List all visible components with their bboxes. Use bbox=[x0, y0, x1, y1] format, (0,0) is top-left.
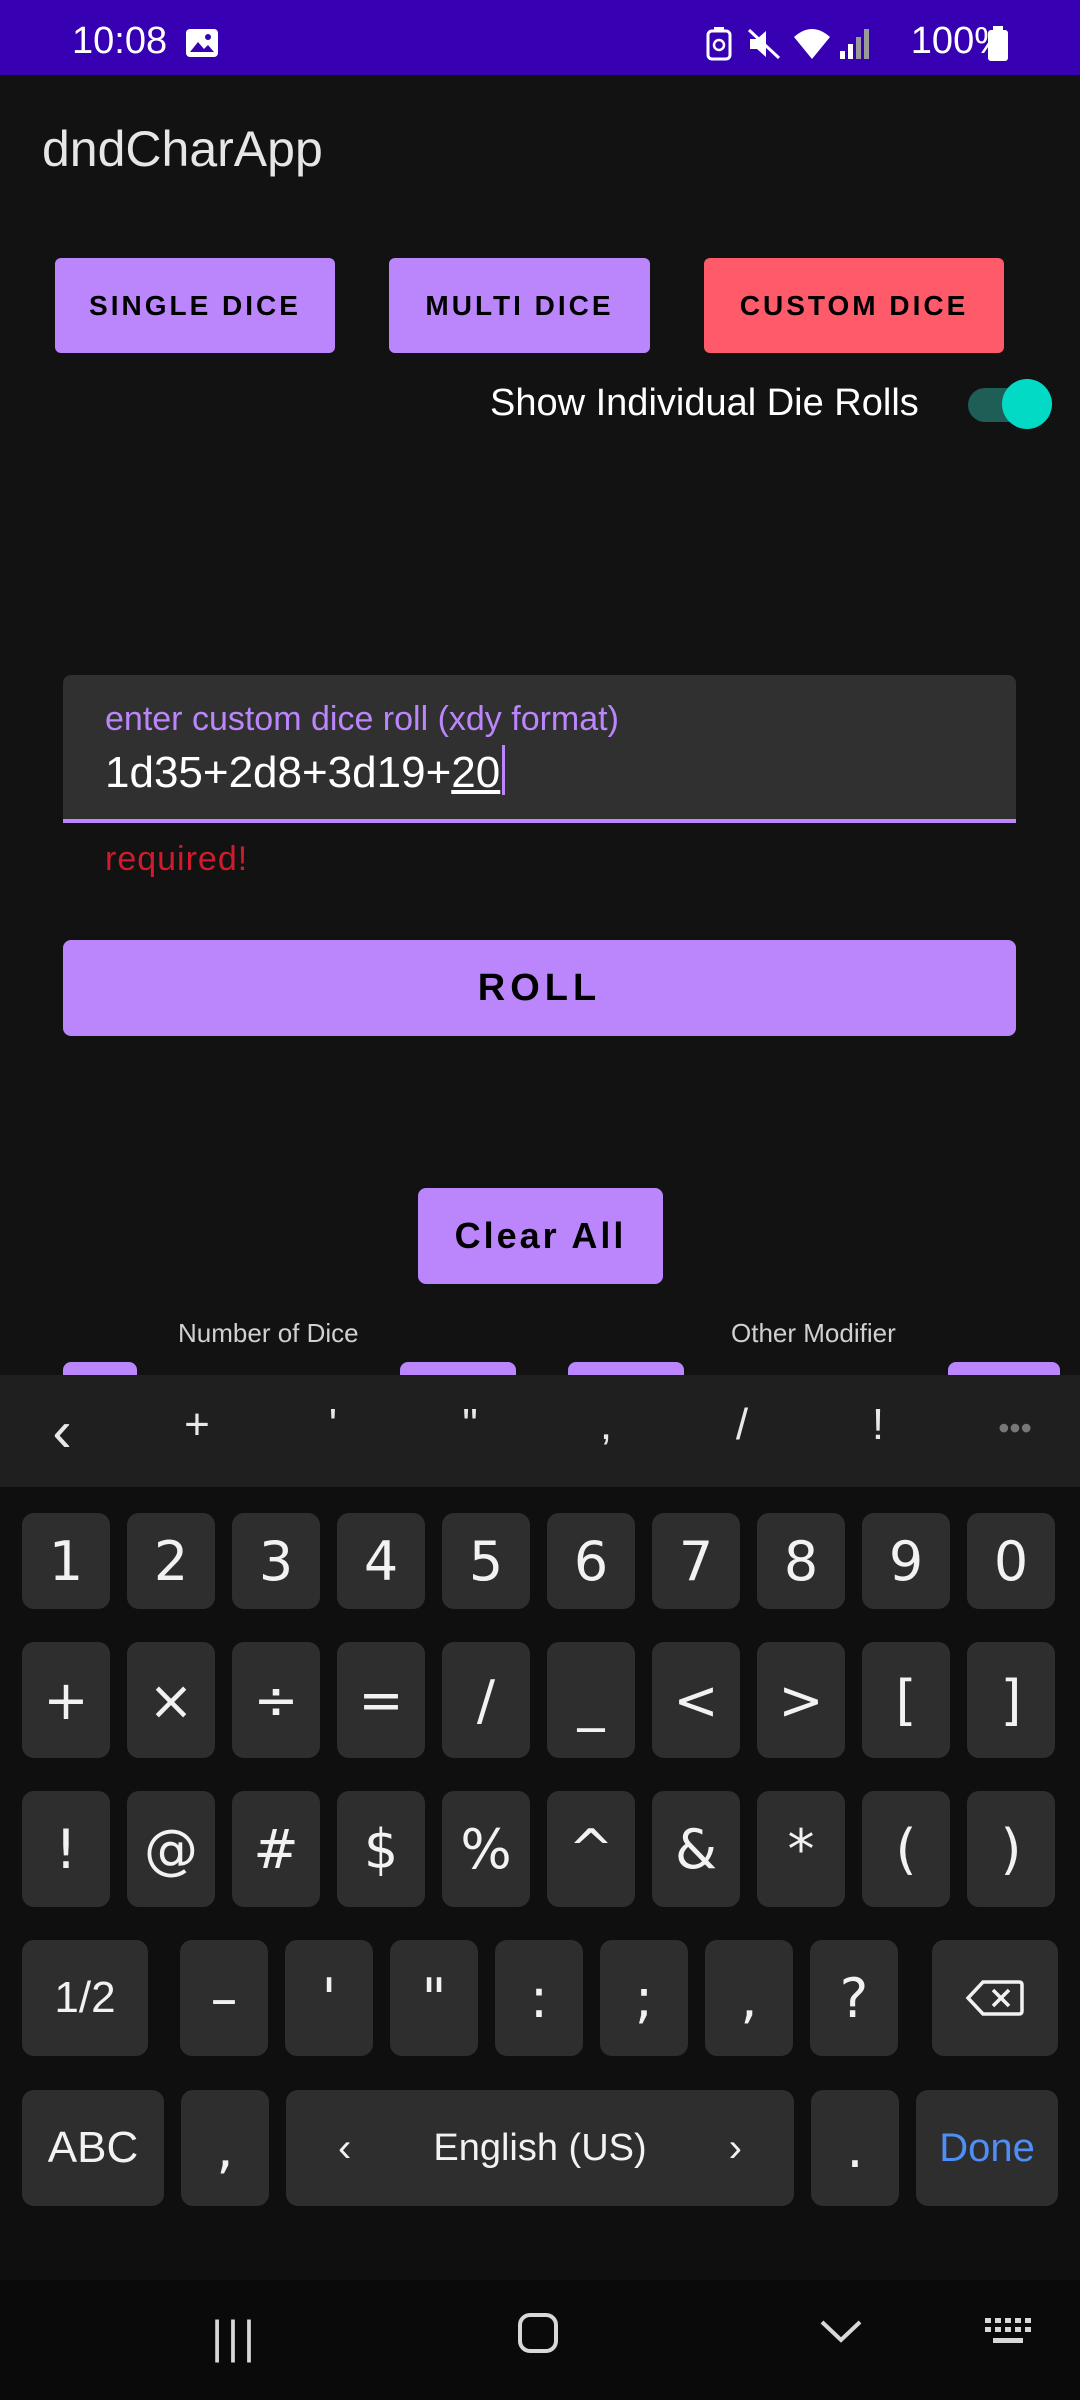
custom-dice-button[interactable]: CUSTOM DICE bbox=[704, 258, 1004, 353]
switch-thumb[interactable] bbox=[1002, 379, 1052, 429]
key-row2[interactable]: + bbox=[22, 1642, 110, 1758]
chevron-right-icon: › bbox=[728, 2125, 742, 2170]
key-row2[interactable]: ] bbox=[967, 1642, 1055, 1758]
number-of-dice-label: Number of Dice bbox=[178, 1318, 359, 1348]
key-row1[interactable]: 7 bbox=[652, 1513, 740, 1609]
single-dice-button[interactable]: SINGLE DICE bbox=[55, 258, 335, 353]
backspace-icon[interactable] bbox=[932, 1940, 1058, 2056]
battery-icon bbox=[987, 26, 1009, 67]
done-key[interactable]: Done bbox=[916, 2090, 1058, 2206]
show-die-rolls-label: Show Individual Die Rolls bbox=[490, 382, 919, 424]
key-row1[interactable]: 6 bbox=[547, 1513, 635, 1609]
suggestion-more-icon[interactable]: ••• bbox=[975, 1410, 1055, 1447]
suggestion-item[interactable]: ' bbox=[293, 1400, 373, 1450]
suggestion-item[interactable]: " bbox=[430, 1400, 510, 1450]
hidden-button[interactable] bbox=[948, 1362, 1060, 1376]
app-title: dndCharApp bbox=[42, 121, 323, 177]
key-row1[interactable]: 2 bbox=[127, 1513, 215, 1609]
key-row2[interactable]: [ bbox=[862, 1642, 950, 1758]
key-row1[interactable]: 4 bbox=[337, 1513, 425, 1609]
battery-saver-icon bbox=[706, 27, 732, 66]
key-row2[interactable]: = bbox=[337, 1642, 425, 1758]
abc-key[interactable]: ABC bbox=[22, 2090, 164, 2206]
key-row3[interactable]: # bbox=[232, 1791, 320, 1907]
key-row3[interactable]: ( bbox=[862, 1791, 950, 1907]
recent-apps-icon[interactable]: ||| bbox=[190, 2310, 280, 2364]
period-key[interactable]: . bbox=[811, 2090, 899, 2206]
clear-all-button[interactable]: Clear All bbox=[418, 1188, 663, 1284]
key-row4[interactable]: ; bbox=[600, 1940, 688, 2056]
multi-dice-button[interactable]: MULTI DICE bbox=[389, 258, 650, 353]
key-row1[interactable]: 9 bbox=[862, 1513, 950, 1609]
home-icon[interactable] bbox=[518, 2313, 558, 2353]
key-row2[interactable]: > bbox=[757, 1642, 845, 1758]
key-row1[interactable]: 0 bbox=[967, 1513, 1055, 1609]
suggestion-back-icon[interactable]: ‹ bbox=[22, 1398, 102, 1465]
other-modifier-label: Other Modifier bbox=[731, 1318, 896, 1348]
suggestion-item[interactable]: ! bbox=[838, 1400, 918, 1450]
key-row3[interactable]: ! bbox=[22, 1791, 110, 1907]
wifi-icon bbox=[792, 27, 832, 66]
suggestion-item[interactable]: / bbox=[702, 1400, 782, 1450]
key-row4[interactable]: , bbox=[705, 1940, 793, 2056]
key-row3[interactable]: @ bbox=[127, 1791, 215, 1907]
space-key[interactable]: ‹ English (US) › bbox=[286, 2090, 794, 2206]
key-row3[interactable]: ^ bbox=[547, 1791, 635, 1907]
keyboard-switch-icon[interactable] bbox=[983, 2316, 1035, 2353]
suggestion-item[interactable]: , bbox=[566, 1400, 646, 1450]
input-value-composing: 20 bbox=[451, 748, 501, 797]
hidden-button[interactable] bbox=[568, 1362, 684, 1376]
key-row3[interactable]: * bbox=[757, 1791, 845, 1907]
status-time: 10:08 bbox=[72, 20, 168, 62]
custom-dice-input-value[interactable]: 1d35+2d8+3d19+20 bbox=[105, 745, 506, 798]
key-row1[interactable]: 3 bbox=[232, 1513, 320, 1609]
hidden-button[interactable] bbox=[400, 1362, 516, 1376]
key-row4[interactable]: " bbox=[390, 1940, 478, 2056]
signal-icon bbox=[838, 27, 872, 66]
image-icon bbox=[185, 28, 219, 63]
comma-key[interactable]: , bbox=[181, 2090, 269, 2206]
suggestion-item[interactable]: + bbox=[157, 1400, 237, 1450]
key-row4[interactable]: – bbox=[180, 1940, 268, 2056]
key-row3[interactable]: & bbox=[652, 1791, 740, 1907]
back-chevron-icon[interactable] bbox=[818, 2310, 864, 2355]
key-row4[interactable]: ? bbox=[810, 1940, 898, 2056]
key-row1[interactable]: 8 bbox=[757, 1513, 845, 1609]
key-row3[interactable]: $ bbox=[337, 1791, 425, 1907]
key-row4[interactable]: : bbox=[495, 1940, 583, 2056]
key-row3[interactable]: ) bbox=[967, 1791, 1055, 1907]
key-row2[interactable]: × bbox=[127, 1642, 215, 1758]
key-row4[interactable]: ' bbox=[285, 1940, 373, 2056]
mute-icon bbox=[746, 27, 782, 66]
key-row2[interactable]: _ bbox=[547, 1642, 635, 1758]
key-row1[interactable]: 1 bbox=[22, 1513, 110, 1609]
input-value-text: 1d35+2d8+3d19+ bbox=[105, 748, 452, 797]
key-row3[interactable]: % bbox=[442, 1791, 530, 1907]
key-row2[interactable]: / bbox=[442, 1642, 530, 1758]
page-toggle-key[interactable]: 1/2 bbox=[22, 1940, 148, 2056]
text-caret bbox=[502, 745, 506, 795]
key-row2[interactable]: < bbox=[652, 1642, 740, 1758]
roll-button[interactable]: ROLL bbox=[63, 940, 1016, 1036]
key-row1[interactable]: 5 bbox=[442, 1513, 530, 1609]
hidden-button[interactable] bbox=[63, 1362, 137, 1376]
key-row2[interactable]: ÷ bbox=[232, 1642, 320, 1758]
custom-dice-input-label: enter custom dice roll (xdy format) bbox=[105, 700, 619, 738]
space-key-label: English (US) bbox=[433, 2126, 647, 2169]
chevron-left-icon: ‹ bbox=[338, 2125, 352, 2170]
input-error-text: required! bbox=[105, 840, 249, 878]
